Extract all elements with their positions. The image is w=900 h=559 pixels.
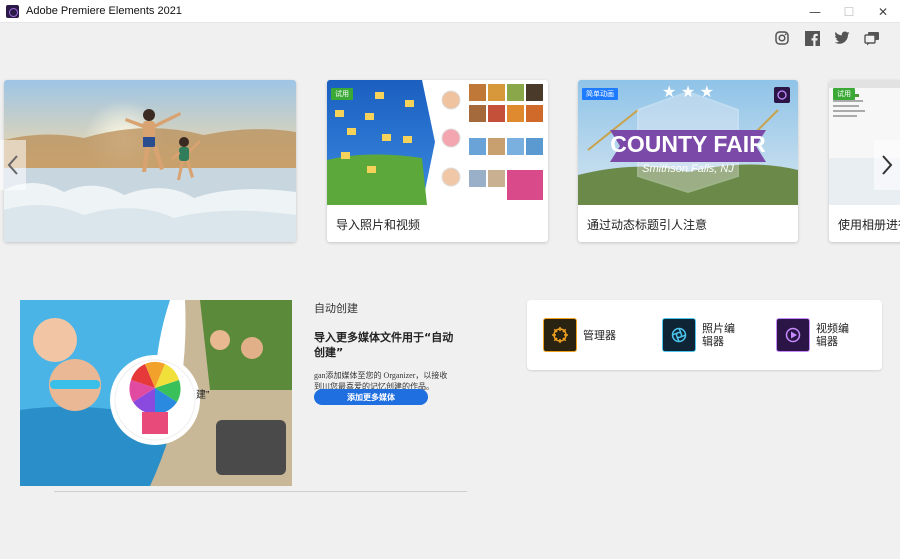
trial-badge: 试用 — [833, 88, 855, 100]
photo-editor-launch[interactable]: 照片编辑器 — [662, 318, 738, 352]
overlapping-text: 建” — [196, 388, 209, 401]
video-editor-launch[interactable]: 视频编辑器 — [776, 318, 852, 352]
organizer-label: 管理器 — [583, 328, 616, 342]
county-fair-subtitle: Smithson Falls, NJ — [642, 163, 734, 175]
card-label: 使用相册进行 — [838, 218, 900, 232]
minimize-button[interactable]: — — [798, 0, 832, 23]
video-editor-icon — [776, 318, 810, 352]
card-label: 通过动态标题引人注意 — [587, 218, 708, 232]
chevron-right-icon — [882, 155, 893, 175]
county-fair-title: COUNTY FAIR — [610, 131, 766, 157]
share-icon[interactable] — [864, 30, 880, 46]
close-button[interactable]: ✕ — [866, 0, 900, 23]
section-divider — [54, 491, 467, 492]
social-links — [774, 30, 880, 46]
card-label: 导入照片和视频 — [336, 218, 421, 232]
title-bar: Adobe Premiere Elements 2021 — ☐ ✕ — [0, 0, 900, 23]
premiere-elements-logo-icon — [6, 4, 19, 18]
organizer-launch[interactable]: 管理器 — [543, 318, 619, 352]
feature-carousel: 试用 导入照片和视频 ★ ★ ★ COUNTY FAIR Smithson Fa… — [0, 80, 900, 245]
import-photos-thumbnail — [327, 80, 548, 205]
organizer-icon — [543, 318, 577, 352]
carousel-card-beach[interactable] — [4, 80, 296, 242]
carousel-card-motion-titles[interactable]: ★ ★ ★ COUNTY FAIR Smithson Falls, NJ 简单动… — [578, 80, 798, 242]
twitter-icon[interactable] — [834, 30, 850, 46]
carousel-prev-button[interactable] — [0, 140, 26, 190]
photo-editor-icon — [662, 318, 696, 352]
trial-badge: 试用 — [331, 88, 353, 100]
window-controls: — ☐ ✕ — [798, 0, 900, 23]
maximize-button[interactable]: ☐ — [832, 0, 866, 23]
facebook-icon[interactable] — [804, 30, 820, 46]
apps-panel: 管理器 照片编辑器 视频编辑器 — [527, 300, 882, 370]
video-editor-label: 视频编辑器 — [816, 322, 849, 348]
photo-editor-label: 照片编辑器 — [702, 322, 735, 348]
carousel-next-button[interactable] — [874, 140, 900, 190]
chevron-left-icon — [7, 155, 18, 175]
add-more-media-button[interactable]: 添加更多媒体 — [314, 389, 428, 405]
window-title: Adobe Premiere Elements 2021 — [26, 5, 182, 17]
auto-creation-collage-image: 建” — [20, 300, 292, 486]
auto-creation-text: 自动创建 导入更多媒体文件用于“自动创建” gan添加媒体至您的 Organiz… — [314, 300, 454, 405]
beach-kids-image — [4, 80, 296, 242]
auto-creation-label: 自动创建 — [314, 302, 358, 315]
svg-text:★ ★ ★: ★ ★ ★ — [662, 84, 714, 101]
instagram-icon[interactable] — [774, 30, 790, 46]
simple-animation-badge: 简单动画 — [582, 88, 618, 100]
carousel-card-import[interactable]: 试用 导入照片和视频 — [327, 80, 548, 242]
auto-creation-heading: 导入更多媒体文件用于“自动创建” — [314, 331, 454, 359]
